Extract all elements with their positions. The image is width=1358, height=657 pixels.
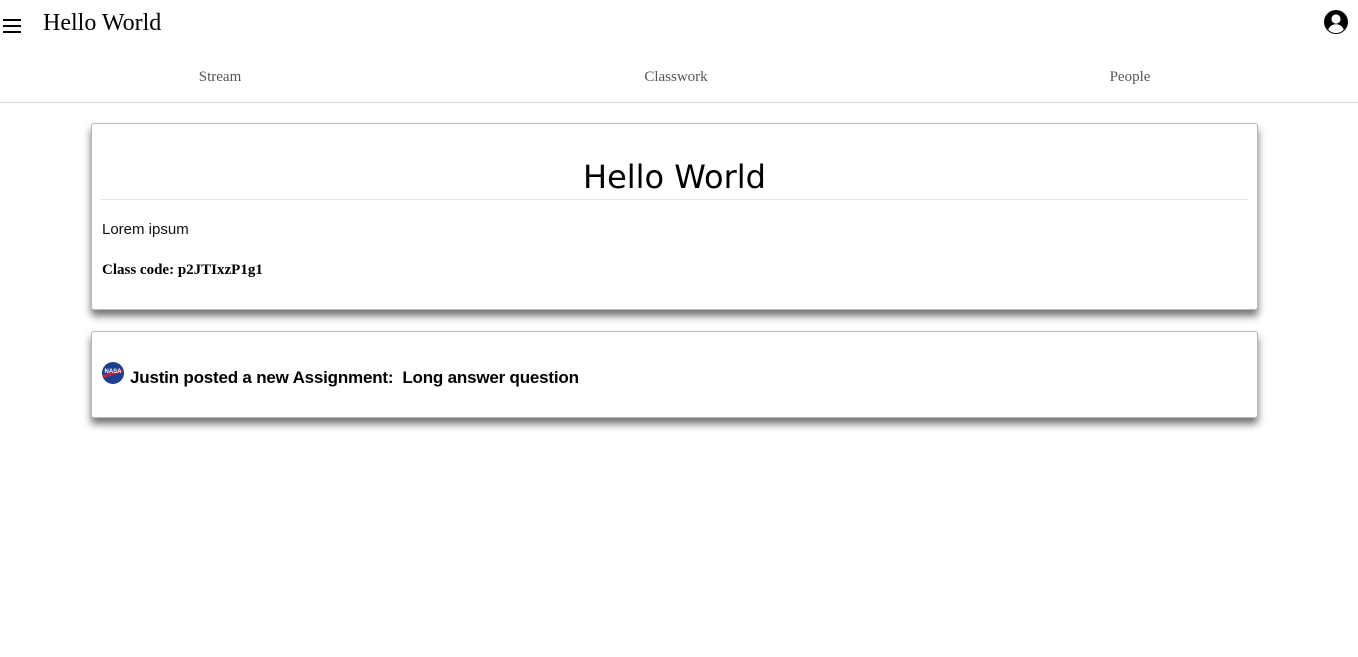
tab-classwork[interactable]: Classwork xyxy=(576,66,776,88)
class-description: Lorem ipsum xyxy=(102,221,189,238)
class-header-card: Hello World Lorem ipsum Class code: p2JT… xyxy=(91,123,1258,310)
avatar-text: NASA xyxy=(104,369,122,375)
top-app-bar: Hello World xyxy=(0,0,1358,50)
tab-stream[interactable]: Stream xyxy=(120,66,320,88)
post-text[interactable]: Justin posted a new Assignment: Long ans… xyxy=(130,367,579,389)
nasa-logo-avatar: NASA xyxy=(102,362,124,384)
class-tabs: Stream Classwork People xyxy=(0,52,1358,103)
stream-post-card[interactable]: NASA Justin posted a new Assignment: Lon… xyxy=(91,331,1258,418)
app-title: Hello World xyxy=(43,10,162,36)
class-code: Class code: p2JTIxzP1g1 xyxy=(102,262,263,278)
class-title: Hello World xyxy=(101,157,1248,200)
tab-people[interactable]: People xyxy=(1030,66,1230,88)
account-circle-icon[interactable] xyxy=(1323,9,1349,35)
hamburger-menu-icon[interactable] xyxy=(3,15,22,37)
